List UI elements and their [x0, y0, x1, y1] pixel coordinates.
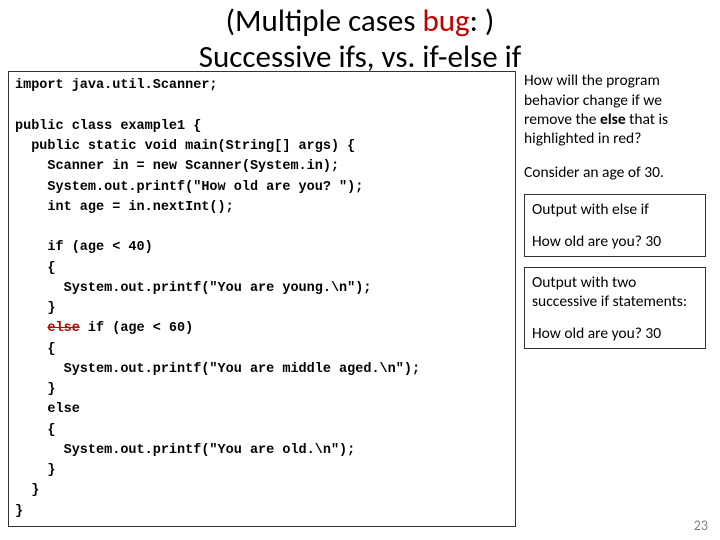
code-line-indent: [15, 321, 47, 336]
code-line: }: [15, 301, 56, 316]
question-2: Consider an age of 30.: [524, 163, 706, 182]
code-line: public static void main(String[] args) {: [15, 139, 355, 154]
output-box-successive-if: Output with two successive if statements…: [524, 267, 706, 349]
output-box1-header: Output with else if: [532, 200, 698, 219]
code-line: {: [15, 261, 56, 276]
code-line: import java.util.Scanner;: [15, 78, 218, 93]
q1-else-bold: else: [600, 110, 626, 129]
code-line: }: [15, 463, 56, 478]
title-bug-word: bug: [422, 2, 469, 40]
code-line: {: [15, 342, 56, 357]
code-line-rest: if (age < 60): [80, 321, 193, 336]
content-row: import java.util.Scanner; public class e…: [0, 75, 720, 527]
question-1: How will the program behavior change if …: [524, 71, 706, 149]
title-line1-post: : ): [470, 2, 495, 40]
output-box2-header: Output with two successive if statements…: [532, 273, 698, 312]
code-listing: import java.util.Scanner; public class e…: [8, 71, 516, 527]
output-box2-value: How old are you? 30: [532, 324, 698, 343]
code-line: }: [15, 504, 23, 519]
code-line: System.out.printf("How old are you? ");: [15, 180, 363, 195]
page-number: 23: [694, 517, 708, 534]
output-box-else-if: Output with else if How old are you? 30: [524, 194, 706, 257]
struck-else-keyword: else: [47, 321, 79, 336]
code-line: else: [15, 402, 80, 417]
output-box1-value: How old are you? 30: [532, 232, 698, 251]
slide-title: (Multiple cases bug: ) Successive ifs, v…: [0, 0, 720, 75]
code-line: System.out.printf("You are young.\n");: [15, 281, 371, 296]
title-line1-pre: (Multiple cases: [226, 2, 423, 40]
code-line: }: [15, 382, 56, 397]
code-line: if (age < 40): [15, 240, 153, 255]
right-column: How will the program behavior change if …: [516, 71, 706, 527]
code-line: System.out.printf("You are middle aged.\…: [15, 362, 420, 377]
code-line: }: [15, 483, 39, 498]
code-line: Scanner in = new Scanner(System.in);: [15, 159, 339, 174]
code-line: int age = in.nextInt();: [15, 200, 234, 215]
code-line: public class example1 {: [15, 119, 201, 134]
code-line: {: [15, 423, 56, 438]
code-line: System.out.printf("You are old.\n");: [15, 443, 355, 458]
title-line2: Successive ifs, vs. if-else if: [199, 38, 521, 76]
